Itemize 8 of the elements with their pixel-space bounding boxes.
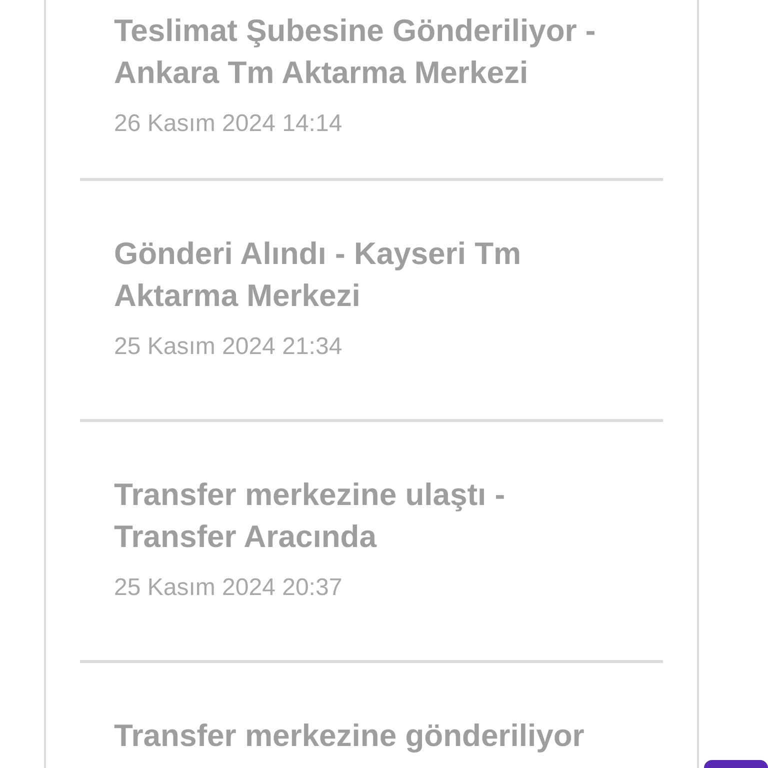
- event-date: 26 Kasım 2024 14:14: [114, 109, 344, 139]
- event-date: 25 Kasım 2024 21:34: [114, 332, 344, 362]
- event-title: Transfer merkezine gönderiliyor: [114, 717, 586, 755]
- event-title: Teslimat Şubesine Gönderiliyor - Ankara Tm Aktarma Merkezi: [114, 12, 597, 92]
- floating-button[interactable]: [704, 760, 768, 768]
- event-date: 25 Kasım 2024 20:37: [114, 573, 344, 603]
- event-title: Transfer merkezine ulaştı - Transfer Aracında: [114, 476, 506, 556]
- event-title: Gönderi Alındı - Kayseri Tm Aktarma Merkezi: [114, 235, 522, 315]
